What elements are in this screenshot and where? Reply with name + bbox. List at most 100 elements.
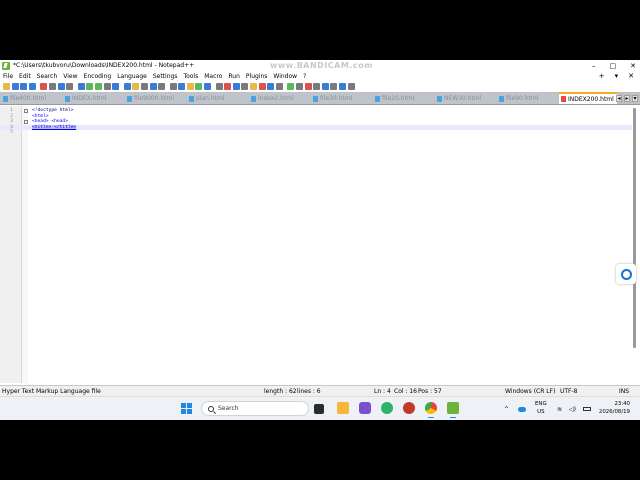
toolbar-button-20-icon[interactable]	[178, 83, 186, 90]
fold-toggle-icon[interactable]	[24, 120, 28, 125]
menu-plugins[interactable]: Plugins	[246, 73, 268, 80]
menu-edit[interactable]: Edit	[19, 73, 31, 80]
network-icon[interactable]: ≋	[557, 397, 562, 420]
menu-language[interactable]: Language	[117, 73, 147, 80]
status-encoding[interactable]: UTF-8	[560, 388, 578, 395]
tab-file9000[interactable]: file9000.html	[125, 93, 186, 104]
tab-file30[interactable]: file30.html	[311, 93, 372, 104]
teams-icon[interactable]	[359, 402, 371, 414]
menu-view[interactable]: View	[63, 73, 77, 80]
toolbar-button-32-icon[interactable]	[287, 83, 295, 90]
tab-scroll-left-icon[interactable]: ◂	[616, 95, 622, 102]
toolbar-button-14-icon[interactable]	[123, 83, 131, 90]
toolbar-button-39-icon[interactable]	[347, 83, 355, 90]
menu-search[interactable]: Search	[37, 73, 58, 80]
tab-plan[interactable]: plan.html	[187, 93, 248, 104]
toolbar-button-34-icon[interactable]	[304, 83, 312, 90]
taskbar-clock[interactable]: 23:40 2026/08/19	[599, 400, 630, 416]
close-button[interactable]: ✕	[630, 62, 636, 70]
close-document-icon[interactable]: ✕	[628, 72, 634, 80]
menu-help[interactable]: ?	[303, 73, 306, 80]
toolbar-button-28-icon[interactable]	[250, 83, 258, 90]
menu-tools[interactable]: Tools	[183, 73, 198, 80]
toolbar-button-19-icon[interactable]	[169, 83, 177, 90]
menu-run[interactable]: Run	[228, 73, 240, 80]
toolbar-button-21-icon[interactable]	[186, 83, 194, 90]
tab-new30[interactable]: NEW30.html	[435, 93, 496, 104]
windows-start-icon[interactable]	[181, 403, 192, 414]
toolbar-button-23-icon[interactable]	[204, 83, 212, 90]
toolbar-button-15-icon[interactable]	[132, 83, 140, 90]
tab-file400[interactable]: file400.html	[1, 93, 62, 104]
toolbar-button-1-icon[interactable]	[3, 83, 10, 90]
editor-area[interactable]: 1 <!doctype html> 2 <html> 3 <head> <head> 4 <t…	[0, 106, 640, 383]
menu-settings[interactable]: Settings	[153, 73, 178, 80]
line-number: 5	[10, 130, 13, 136]
tab-list-dropdown-icon[interactable]: ▾	[632, 95, 638, 102]
menu-file[interactable]: File	[3, 73, 13, 80]
tab-label: index2.html	[258, 95, 294, 102]
toolbar-button-29-icon[interactable]	[258, 83, 266, 90]
status-insert-mode[interactable]: INS	[619, 388, 629, 395]
file-explorer-icon[interactable]	[337, 402, 349, 414]
toolbar-button-26-icon[interactable]	[232, 83, 240, 90]
toolbar-button-7-icon[interactable]	[57, 83, 65, 90]
tab-index2[interactable]: index2.html	[249, 93, 310, 104]
tab-index[interactable]: INDEX.html	[63, 93, 124, 104]
toolbar-button-9-icon[interactable]	[77, 83, 85, 90]
task-view-icon[interactable]	[314, 404, 324, 414]
toolbar-button-25-icon[interactable]	[224, 83, 232, 90]
toolbar-button-37-icon[interactable]	[330, 83, 338, 90]
toolbar-button-8-icon[interactable]	[66, 83, 74, 90]
toolbar-button-30-icon[interactable]	[267, 83, 275, 90]
toolbar-button-36-icon[interactable]	[321, 83, 329, 90]
toolbar-button-3-icon[interactable]	[20, 83, 28, 90]
fold-margin[interactable]	[22, 106, 28, 383]
tab-file20[interactable]: file20.html	[373, 93, 434, 104]
floating-assistant-button[interactable]	[616, 264, 636, 284]
vertical-scrollbar[interactable]	[633, 108, 636, 348]
tab-list-icon[interactable]: ▾	[615, 72, 619, 80]
toolbar-button-12-icon[interactable]	[103, 83, 111, 90]
status-eol[interactable]: Windows (CR LF)	[505, 388, 555, 395]
fold-toggle-icon[interactable]	[24, 109, 28, 113]
minimize-button[interactable]: –	[592, 62, 596, 70]
toolbar-button-5-icon[interactable]	[40, 83, 48, 90]
tab-label: NEW30.html	[444, 95, 482, 102]
menu-window[interactable]: Window	[273, 73, 297, 80]
toolbar-button-6-icon[interactable]	[48, 83, 56, 90]
toolbar-button-35-icon[interactable]	[313, 83, 321, 90]
toolbar-button-16-icon[interactable]	[140, 83, 148, 90]
bandicam-icon[interactable]	[403, 402, 415, 414]
menu-macro[interactable]: Macro	[204, 73, 222, 80]
toolbar-button-38-icon[interactable]	[338, 83, 346, 90]
chrome-icon[interactable]	[425, 402, 437, 418]
edge-icon[interactable]	[381, 402, 393, 414]
volume-icon[interactable]: ◁)	[569, 397, 576, 420]
cloud-icon[interactable]	[518, 397, 526, 420]
tab-scroll-right-icon[interactable]: ▸	[624, 95, 630, 102]
input-language[interactable]: ENG US	[535, 400, 547, 416]
toolbar-button-24-icon[interactable]	[215, 83, 223, 90]
tab-file90[interactable]: file90.html	[497, 93, 558, 104]
toolbar-button-17-icon[interactable]	[149, 83, 157, 90]
toolbar-button-13-icon[interactable]	[112, 83, 120, 90]
code-line[interactable]: 5	[0, 130, 632, 136]
menu-encoding[interactable]: Encoding	[84, 73, 112, 80]
new-tab-icon[interactable]: +	[599, 72, 605, 80]
toolbar-button-22-icon[interactable]	[195, 83, 203, 90]
toolbar-button-4-icon[interactable]	[28, 83, 36, 90]
chevron-up-icon[interactable]: ^	[504, 397, 509, 420]
battery-icon[interactable]	[583, 397, 591, 420]
notepadpp-taskbar-icon[interactable]	[447, 402, 459, 418]
tab-index200[interactable]: INDEX200.html✕	[559, 92, 617, 104]
toolbar-button-2-icon[interactable]	[11, 83, 19, 90]
toolbar-button-33-icon[interactable]	[296, 83, 303, 90]
toolbar-button-18-icon[interactable]	[158, 83, 166, 90]
toolbar-button-10-icon[interactable]	[86, 83, 94, 90]
toolbar-button-31-icon[interactable]	[275, 83, 283, 90]
maximize-button[interactable]: □	[610, 62, 617, 70]
toolbar-button-27-icon[interactable]	[241, 83, 249, 90]
taskbar-search[interactable]: Search	[201, 401, 309, 416]
toolbar-button-11-icon[interactable]	[94, 83, 102, 90]
